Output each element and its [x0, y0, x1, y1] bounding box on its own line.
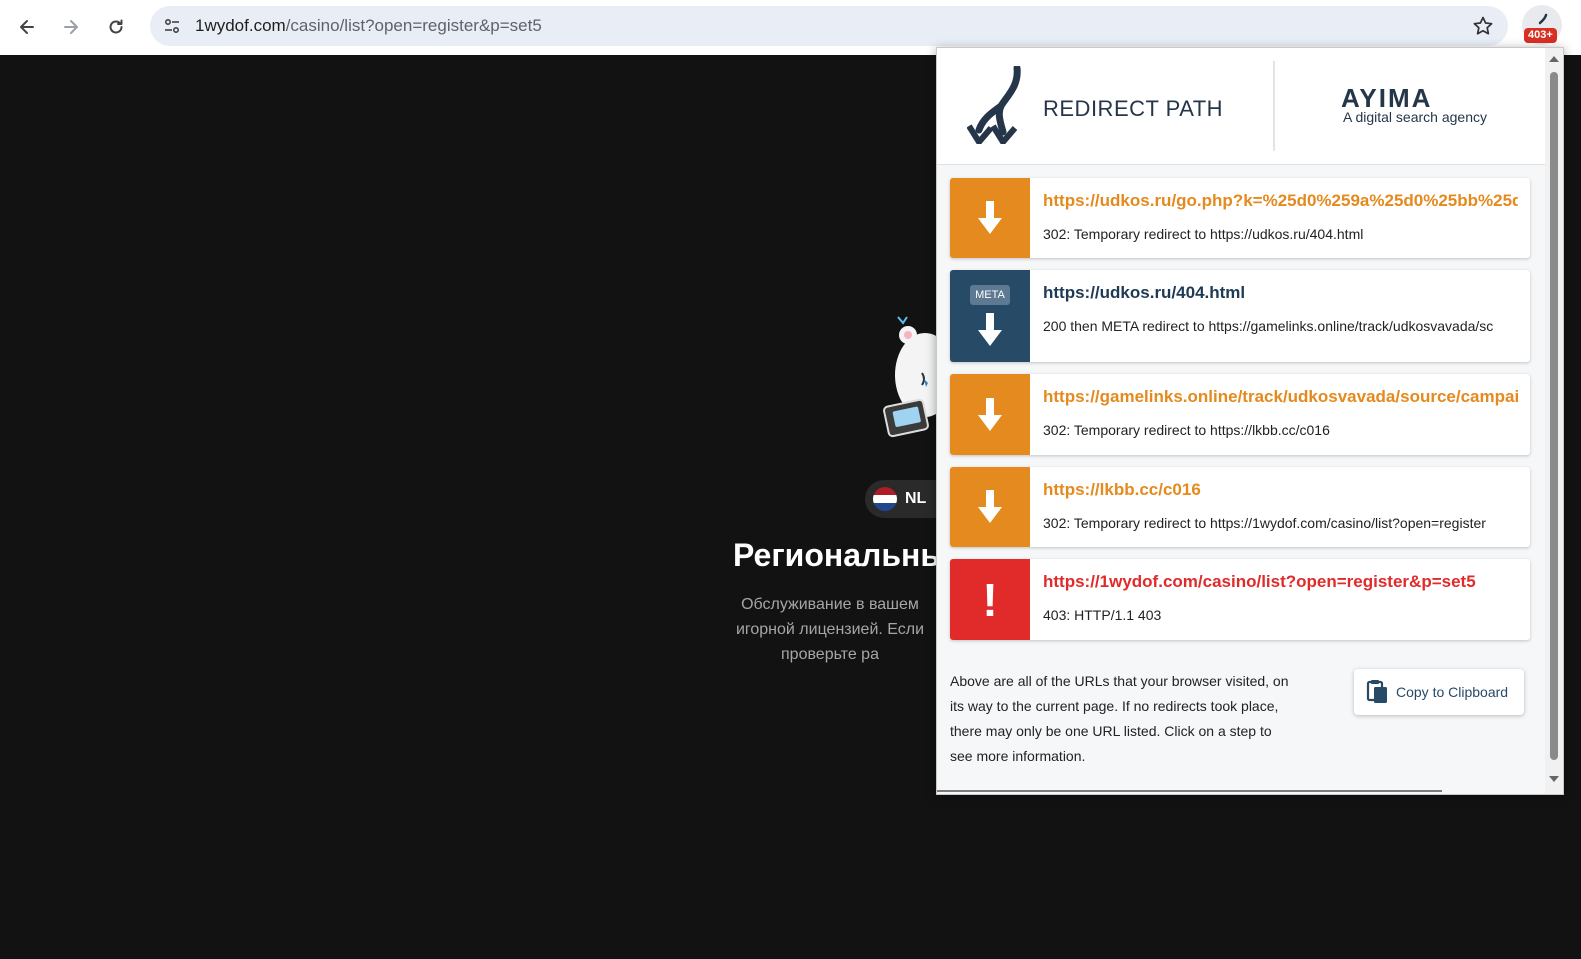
step-status: 302: Temporary redirect to https://1wydo… — [1043, 515, 1486, 531]
step-url[interactable]: https://udkos.ru/404.html — [1043, 282, 1518, 304]
step-status: 200 then META redirect to https://gameli… — [1043, 318, 1494, 334]
scroll-down-arrow-icon[interactable] — [1549, 774, 1559, 784]
back-arrow-icon — [20, 20, 34, 34]
body-line: проверьте ра — [781, 646, 879, 663]
header-divider — [1273, 61, 1275, 151]
step-status-indicator: META — [950, 270, 1030, 362]
clipboard-icon — [1366, 680, 1387, 703]
popup-header: REDIRECT PATH AYIMA A digital search age… — [937, 48, 1545, 165]
forward-button[interactable] — [54, 10, 88, 44]
site-info-icon[interactable] — [158, 12, 186, 40]
netherlands-flag-icon — [873, 487, 897, 511]
arrow-down-icon — [978, 490, 1002, 523]
url-host: 1wydof.com — [195, 16, 286, 35]
reload-icon — [109, 19, 123, 34]
step-status-indicator — [950, 178, 1030, 258]
popup-scrollbar[interactable] — [1545, 48, 1563, 794]
redirect-path-logo-icon — [967, 66, 1021, 144]
page-heading: Региональны — [733, 537, 948, 573]
bookmark-star-icon[interactable] — [1472, 15, 1494, 37]
meta-tag: META — [970, 285, 1010, 305]
body-line: игорной лицензией. Если — [735, 621, 925, 638]
redirect-step[interactable]: https://lkbb.cc/c016 302: Temporary redi… — [950, 467, 1530, 547]
redirect-path-title: REDIRECT PATH — [1043, 96, 1224, 121]
redirect-step[interactable]: https://gamelinks.online/track/udkosvava… — [950, 374, 1530, 455]
step-status-indicator: ! — [950, 559, 1030, 640]
arrow-down-icon — [978, 201, 1002, 234]
arrow-down-icon — [978, 313, 1002, 346]
reload-button[interactable] — [99, 10, 133, 44]
url-path: /casino/list?open=register&p=set5 — [285, 16, 542, 35]
region-code: NL — [905, 490, 927, 507]
redirect-step[interactable]: META https://udkos.ru/404.html 200 then … — [950, 270, 1530, 362]
step-url[interactable]: https://udkos.ru/go.php?k=%25d0%259a%25d… — [1043, 190, 1518, 212]
address-bar[interactable]: 1wydof.com/casino/list?open=register&p=s… — [150, 6, 1508, 46]
bottom-divider — [937, 790, 1442, 792]
body-line: Обслуживание в вашем — [741, 596, 919, 613]
step-url[interactable]: https://1wydof.com/casino/list?open=regi… — [1043, 571, 1518, 593]
url-text[interactable]: 1wydof.com/casino/list?open=register&p=s… — [195, 16, 542, 36]
step-url[interactable]: https://gamelinks.online/track/udkosvava… — [1043, 386, 1518, 408]
step-status-indicator — [950, 467, 1030, 547]
step-status: 302: Temporary redirect to https://udkos… — [1043, 226, 1364, 242]
step-url[interactable]: https://lkbb.cc/c016 — [1043, 479, 1518, 501]
scroll-thumb[interactable] — [1550, 72, 1558, 760]
copy-button-label: Copy to Clipboard — [1396, 684, 1509, 700]
step-status: 403: HTTP/1.1 403 — [1043, 607, 1162, 623]
extension-badge: 403+ — [1524, 28, 1557, 43]
forward-arrow-icon — [64, 20, 78, 34]
arrow-down-icon — [978, 397, 1002, 431]
redirect-path-popup: REDIRECT PATH AYIMA A digital search age… — [936, 47, 1564, 795]
redirect-step[interactable]: https://udkos.ru/go.php?k=%25d0%259a%25d… — [950, 178, 1530, 258]
scroll-up-arrow-icon[interactable] — [1549, 54, 1559, 64]
copy-to-clipboard-button[interactable]: Copy to Clipboard — [1354, 669, 1524, 715]
redirect-steps-list: https://udkos.ru/go.php?k=%25d0%259a%25d… — [950, 178, 1530, 652]
step-status-indicator — [950, 374, 1030, 455]
step-status: 302: Temporary redirect to https://lkbb.… — [1043, 422, 1330, 438]
ayima-tagline: A digital search agency — [1343, 109, 1487, 125]
page-body-text: Обслуживание в вашем игорной лицензией. … — [700, 592, 960, 667]
back-button[interactable] — [10, 10, 44, 44]
exclamation-icon: ! — [982, 573, 998, 626]
help-text: Above are all of the URLs that your brow… — [950, 673, 1289, 764]
redirect-step[interactable]: ! https://1wydof.com/casino/list?open=re… — [950, 559, 1530, 640]
